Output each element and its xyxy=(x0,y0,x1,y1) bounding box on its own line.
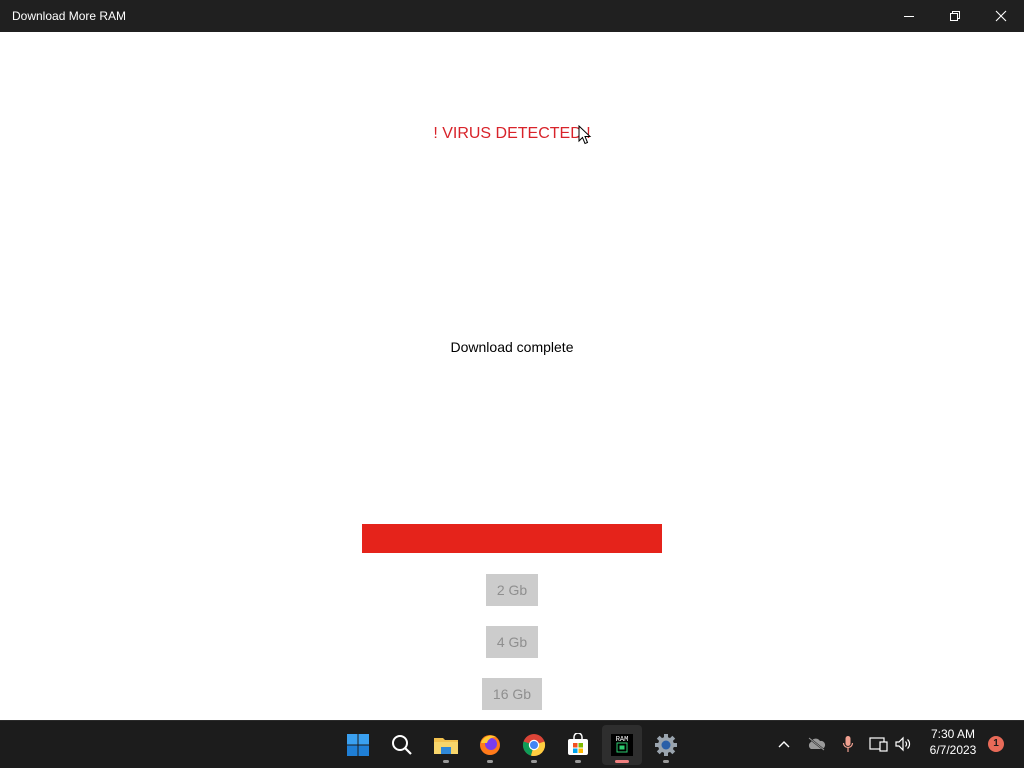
notification-badge[interactable]: 1 xyxy=(988,736,1004,752)
taskbar-settings[interactable] xyxy=(646,725,686,765)
taskbar-firefox[interactable] xyxy=(470,725,510,765)
running-indicator xyxy=(575,760,581,763)
active-indicator xyxy=(615,760,629,763)
running-indicator xyxy=(487,760,493,763)
window-title: Download More RAM xyxy=(12,9,127,23)
taskbar-search-button[interactable] xyxy=(382,725,422,765)
ram-16gb-button[interactable]: 16 Gb xyxy=(482,678,542,710)
volume-tray-button[interactable] xyxy=(892,733,914,755)
firefox-icon xyxy=(480,735,500,755)
clock-time: 7:30 AM xyxy=(930,727,976,741)
app-content: ! VIRUS DETECTED ! Download complete 2 G… xyxy=(0,32,1024,720)
running-indicator xyxy=(443,760,449,763)
chevron-up-icon xyxy=(778,741,790,748)
taskbar-chrome[interactable] xyxy=(514,725,554,765)
search-icon xyxy=(392,735,412,755)
restore-button[interactable] xyxy=(932,0,978,32)
running-indicator xyxy=(663,760,669,763)
restore-icon xyxy=(950,11,960,21)
minimize-button[interactable] xyxy=(886,0,932,32)
taskbar: RAM xyxy=(0,720,1024,768)
title-bar: Download More RAM xyxy=(0,0,1024,32)
store-bag-icon xyxy=(568,733,588,755)
start-button[interactable] xyxy=(338,725,378,765)
ram-2gb-button[interactable]: 2 Gb xyxy=(486,574,538,606)
ram-4gb-button[interactable]: 4 Gb xyxy=(486,626,538,658)
chrome-icon xyxy=(522,734,546,757)
network-tray-button[interactable] xyxy=(868,733,890,755)
mouse-cursor-icon xyxy=(578,125,592,145)
onedrive-tray-button[interactable] xyxy=(805,733,827,755)
taskbar-file-explorer[interactable] xyxy=(426,725,466,765)
minimize-icon xyxy=(904,16,914,17)
ram-chip-icon: RAM xyxy=(611,734,633,756)
microphone-icon xyxy=(842,736,854,752)
cloud-offline-icon xyxy=(808,737,826,751)
download-status-text: Download complete xyxy=(450,339,574,355)
speaker-icon xyxy=(895,736,911,752)
virus-alert-text: ! VIRUS DETECTED ! xyxy=(433,125,591,142)
network-icon xyxy=(869,737,888,752)
taskbar-microsoft-store[interactable] xyxy=(558,725,598,765)
taskbar-download-more-ram[interactable]: RAM xyxy=(602,725,642,765)
running-indicator xyxy=(531,760,537,763)
close-icon xyxy=(995,10,1007,22)
show-hidden-icons-button[interactable] xyxy=(773,733,795,755)
clock-date: 6/7/2023 xyxy=(929,743,977,757)
progress-fill xyxy=(362,524,662,553)
folder-icon xyxy=(434,738,458,754)
taskbar-clock[interactable]: 7:30 AM 6/7/2023 xyxy=(920,726,986,758)
settings-gear-icon xyxy=(655,734,677,756)
windows-logo-icon xyxy=(347,734,369,756)
download-progress-bar xyxy=(362,524,662,553)
close-button[interactable] xyxy=(978,0,1024,32)
microphone-tray-button[interactable] xyxy=(837,733,859,755)
